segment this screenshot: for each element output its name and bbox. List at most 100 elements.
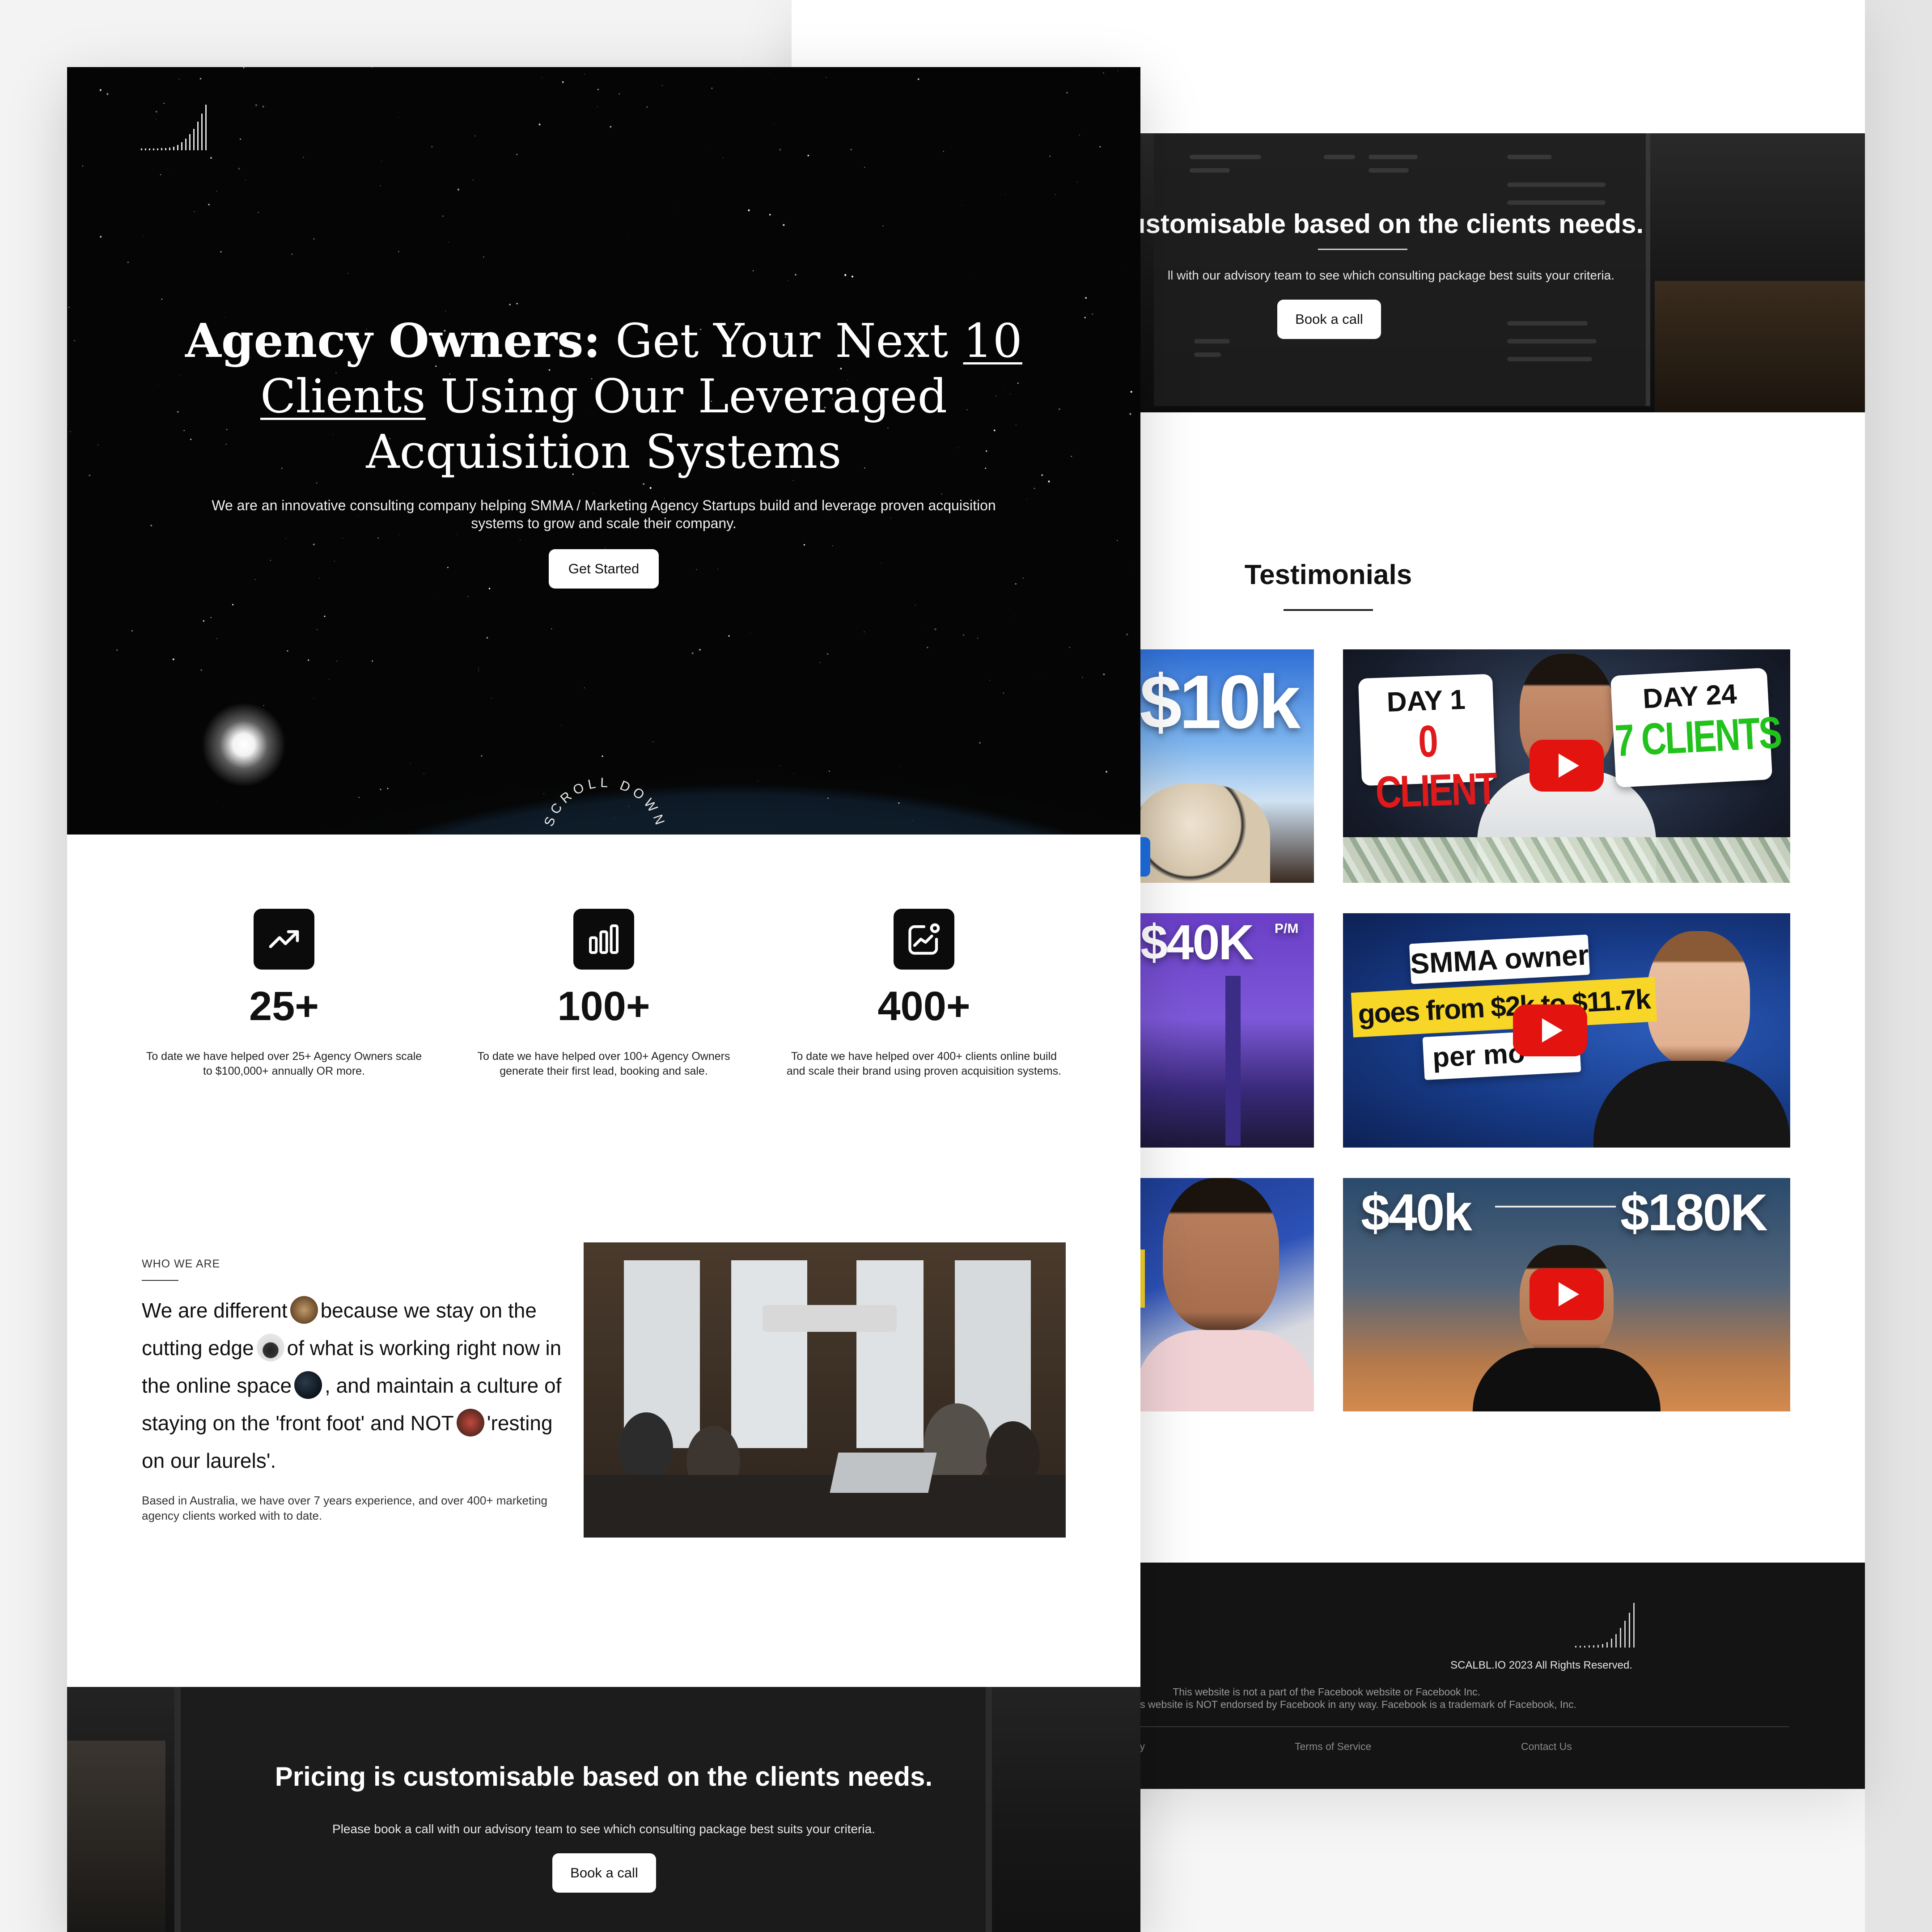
right-book-call-button[interactable]: Book a call [1277,300,1381,339]
star [372,660,373,662]
star [597,89,599,90]
star [516,303,518,305]
star [131,630,133,631]
pyramid-icon [256,1334,284,1361]
day-1-sign: DAY 1 0 CLIENT [1358,674,1497,818]
day-1-label: DAY 1 [1386,684,1466,718]
footer-copyright: SCALBL.IO 2023 All Rights Reserved. [1450,1659,1632,1671]
video-thumbnail-6[interactable]: $40k $180K [1343,1178,1790,1411]
dashboard-screen-image [174,1687,992,1932]
star [610,126,612,128]
star [89,475,91,476]
star [143,235,144,236]
star [752,270,754,271]
star [313,543,315,546]
stat-description-1: To date we have helped over 25+ Agency O… [146,1050,422,1077]
star [652,741,653,742]
star [238,168,240,169]
star [255,104,257,106]
star [358,797,360,798]
hero-headline-part-1: Get Your Next [600,314,963,368]
star [457,188,460,191]
hero-headline: Agency Owners: Get Your Next 10 Clients … [134,313,1073,479]
youtube-play-icon[interactable] [1530,740,1604,792]
star [807,155,809,157]
star [127,262,129,263]
stat-description-3: To date we have helped over 400+ clients… [786,1050,1062,1077]
star [483,256,484,258]
youtube-play-icon[interactable] [1513,1004,1587,1056]
star [728,635,730,637]
star [832,545,833,547]
star [850,148,852,151]
bar-chart-icon [573,909,634,970]
video-thumbnail-4[interactable]: SMMA owner goes from $2k to $11.7k per m… [1343,913,1790,1148]
video-6-from: $40k [1361,1183,1472,1241]
left-pricing-title: Pricing is customisable based on the cli… [275,1762,933,1792]
star [926,646,928,648]
star [1048,480,1050,483]
star [308,659,309,661]
star [643,483,645,485]
star [783,224,785,226]
star [1015,583,1017,585]
money-pile-image [1343,837,1790,883]
star [900,766,901,767]
get-started-button[interactable]: Get Started [549,549,659,589]
star [619,93,620,94]
video-thumbnail-5[interactable] [1127,1178,1314,1411]
star [851,275,854,278]
star [792,480,794,481]
star [1079,134,1080,136]
star [509,304,511,305]
star [380,788,381,791]
star [597,106,598,107]
stat-value-2: 100+ [557,983,650,1029]
star [161,298,163,300]
star [1022,577,1024,579]
star [864,167,865,168]
wooden-desk-image [1655,281,1865,412]
star [410,763,411,764]
star [820,662,821,663]
star [74,340,76,342]
star [646,106,648,108]
star [979,742,981,744]
star [116,649,118,651]
video-1-headline: $10k [1140,660,1301,745]
star [711,87,713,89]
star [488,588,491,589]
star [472,179,474,181]
star [774,123,775,124]
scroll-down-text: SCROLL DOWN SCROLL DOWN [542,775,666,835]
star [917,78,919,80]
star [172,658,174,661]
star [915,605,916,606]
team-office-photo [584,1242,1066,1538]
video-thumbnail-2[interactable]: DAY 1 0 CLIENT DAY 24 7 CLIENTS [1343,649,1790,883]
star [223,806,224,807]
backdrop-edge [1865,0,1932,1932]
star [769,214,771,216]
left-book-call-button[interactable]: Book a call [552,1853,656,1893]
star [324,615,326,617]
star [216,638,218,640]
footer-link-terms[interactable]: Terms of Service [1295,1741,1371,1753]
right-pricing-section: ustomisable based on the clients needs. … [1127,133,1865,412]
pink-shirt-image [1136,1330,1314,1411]
star [377,537,379,539]
youtube-play-icon[interactable] [1530,1268,1604,1320]
footer-disclaimer-2: his website is NOT endorsed by Facebook … [1132,1699,1576,1710]
star [431,146,433,148]
star [1103,673,1105,675]
video-thumbnail-1[interactable]: $10k [1127,649,1314,883]
star [199,78,202,80]
video-thumbnail-3[interactable]: $40K P/M [1127,913,1314,1148]
star [240,138,241,140]
footer-link-contact[interactable]: Contact Us [1521,1741,1572,1753]
scroll-down-badge[interactable]: SCROLL DOWN SCROLL DOWN [529,765,681,835]
hero-subtitle: We are an innovative consulting company … [212,497,996,531]
star [538,123,541,126]
star [200,669,203,671]
right-pricing-underline [1318,249,1407,250]
